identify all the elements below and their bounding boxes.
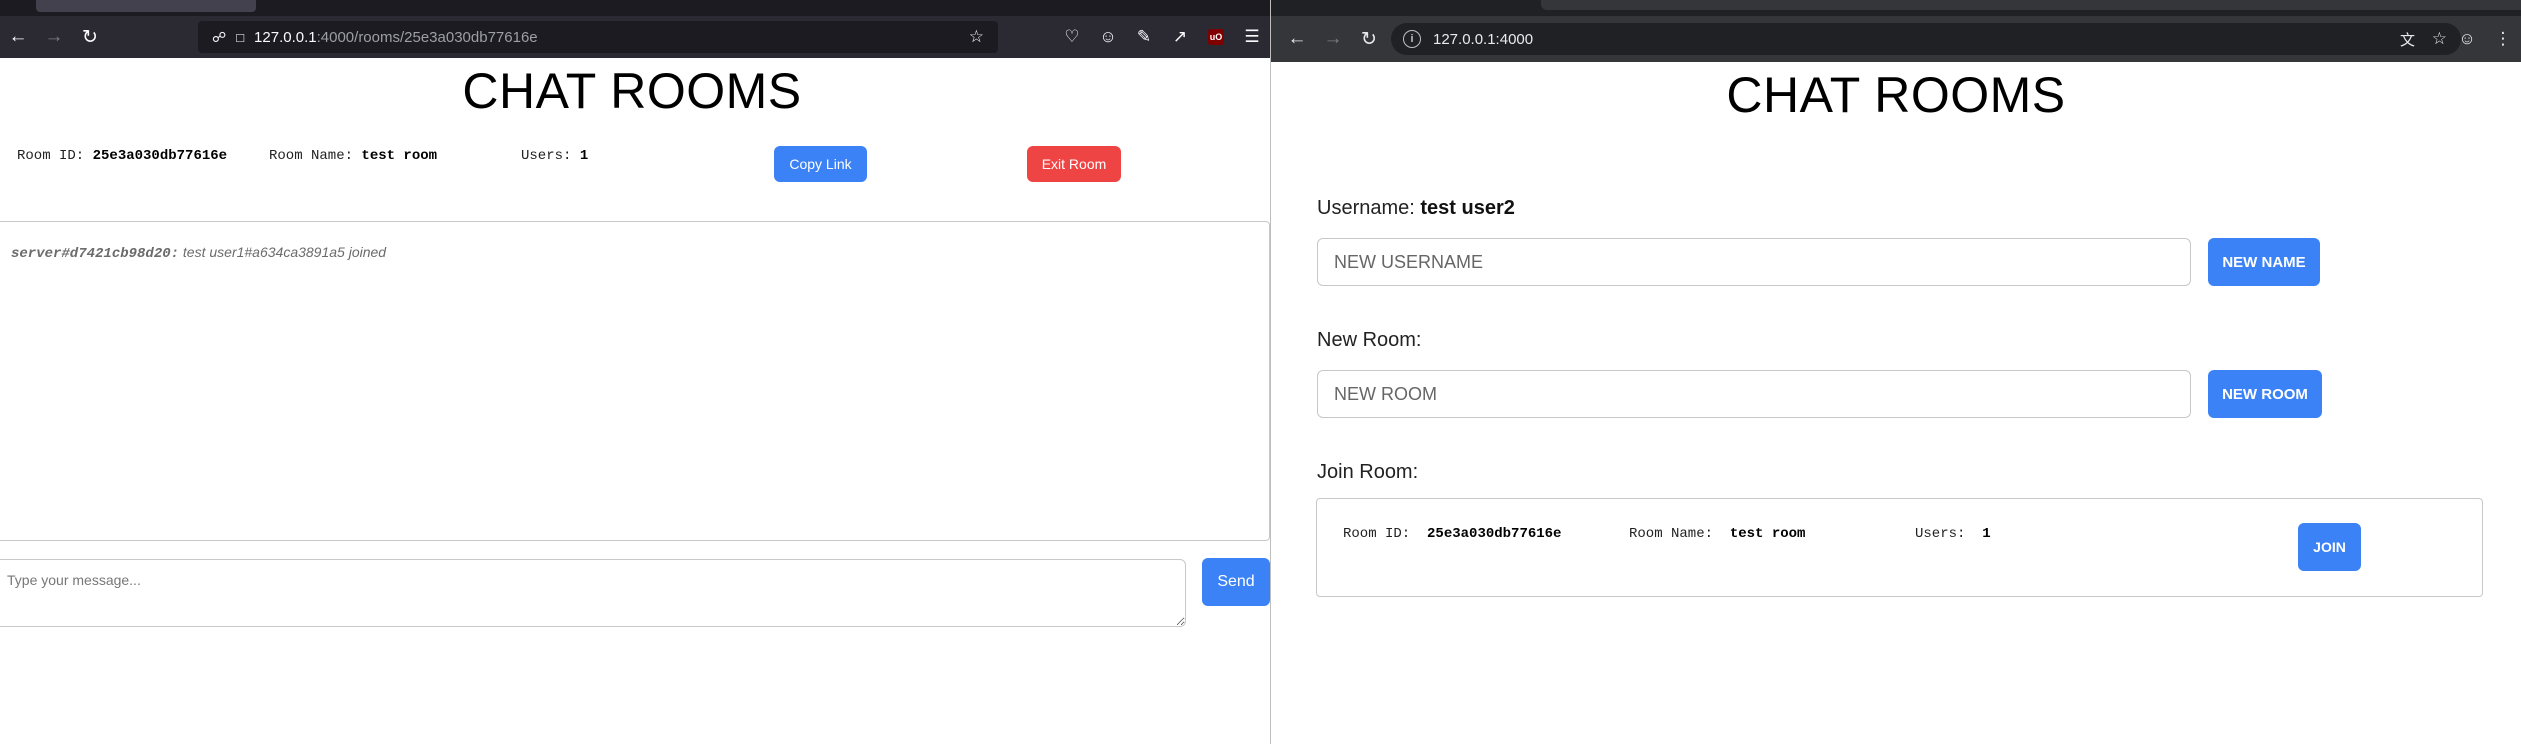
room-list-item: Room ID: 25e3a030db77616e Room Name: tes… [1316,498,2483,597]
room-name-label: Room Name: [1629,526,1714,542]
new-room-label: New Room: [1317,329,1422,351]
join-room-label: Join Room: [1317,461,1419,483]
url-host: 127.0.0.1 [254,28,317,46]
username-label-text: Username: [1317,197,1415,219]
forward-icon[interactable]: → [1315,21,1351,57]
menu-icon[interactable]: ☰ [1234,19,1270,55]
account-icon[interactable]: ☺ [1090,19,1126,55]
room-id-label: Room ID: [1343,526,1411,542]
exit-room-button[interactable]: Exit Room [1027,146,1121,182]
users-count: 1 [1982,526,1991,542]
users-count: 1 [579,148,589,164]
users-label: Users: [521,148,572,164]
url-text: 127.0.0.1:4000 [1433,30,1534,48]
browser-tab[interactable] [36,0,256,12]
firefox-window: ← → ↻ ☍ □ 127.0.0.1:4000/rooms/25e3a030d… [0,0,1270,744]
users-info: Users: 1 [521,148,588,164]
chrome-window: ← → ↻ i 127.0.0.1:4000 文 ☆ ☺ ⋮ CHAT ROOM… [1271,0,2521,744]
new-name-button[interactable]: NEW NAME [2208,238,2320,286]
reload-icon[interactable]: ↻ [1351,21,1387,57]
room-id-value: 25e3a030db77616e [1427,526,1562,542]
message-sender: server#d7421cb98d20: [11,246,180,262]
join-button[interactable]: JOIN [2298,523,2361,571]
room-id-info: Room ID: 25e3a030db77616e [1343,526,1561,542]
room-name-label: Room Name: [269,148,354,164]
url-path: :4000/rooms/25e3a030db77616e [316,28,538,46]
room-name-info: Room Name: test room [269,148,437,164]
send-button[interactable]: Send [1202,558,1270,606]
address-bar[interactable]: ☍ □ 127.0.0.1:4000/rooms/25e3a030db77616… [198,21,998,53]
room-name-value: test room [361,148,438,164]
users-label: Users: [1915,526,1966,542]
tab-strip [1271,0,2521,16]
room-name-info: Room Name: test room [1629,526,1805,542]
extensions-icon[interactable]: ✎ [1126,19,1162,55]
menu-icon[interactable]: ⋮ [2485,21,2521,57]
bookmark-star-icon[interactable]: ☆ [969,27,984,47]
page-title: CHAT ROOMS [462,63,802,119]
browser-tab[interactable] [1541,0,2521,10]
page-icon: □ [236,29,245,45]
new-room-input[interactable] [1317,370,2191,418]
profile-icon[interactable]: ☺ [2449,21,2485,57]
forward-icon[interactable]: → [36,19,72,55]
username-label: Username: test user2 [1317,197,1515,220]
room-id-info: Room ID: 25e3a030db77616e [17,148,227,164]
message-text: test user1#a634ca3891a5 joined [182,244,387,260]
users-info: Users: 1 [1915,526,1991,542]
back-icon[interactable]: ← [1279,21,1315,57]
username-input[interactable] [1317,238,2191,286]
page-title: CHAT ROOMS [1726,67,2066,123]
bookmark-star-icon[interactable]: ☆ [2432,29,2447,49]
back-icon[interactable]: ← [0,19,36,55]
copy-link-button[interactable]: Copy Link [774,146,867,182]
address-bar[interactable]: i 127.0.0.1:4000 文 ☆ [1391,23,2461,55]
share-icon[interactable]: ↗ [1162,19,1198,55]
browser-toolbar: ← → ↻ i 127.0.0.1:4000 文 ☆ ☺ ⋮ [1271,16,2521,62]
room-id-value: 25e3a030db77616e [92,148,228,164]
message-input[interactable] [0,559,1186,627]
site-info-icon[interactable]: i [1403,30,1421,48]
room-id-label: Room ID: [17,148,85,164]
new-room-button[interactable]: NEW ROOM [2208,370,2322,418]
pocket-icon[interactable]: ♡ [1054,19,1090,55]
browser-toolbar: ← → ↻ ☍ □ 127.0.0.1:4000/rooms/25e3a030d… [0,16,1270,58]
room-name-value: test room [1729,526,1806,542]
username-value: test user2 [1420,197,1515,219]
reload-icon[interactable]: ↻ [72,19,108,55]
shield-icon[interactable]: ☍ [212,29,226,46]
chat-message: server#d7421cb98d20: test user1#a634ca38… [11,244,386,262]
ublock-icon[interactable]: uO [1198,19,1234,55]
tab-strip [0,0,1270,16]
chat-messages-panel[interactable]: server#d7421cb98d20: test user1#a634ca38… [0,221,1270,541]
translate-icon[interactable]: 文 [2400,29,2415,50]
